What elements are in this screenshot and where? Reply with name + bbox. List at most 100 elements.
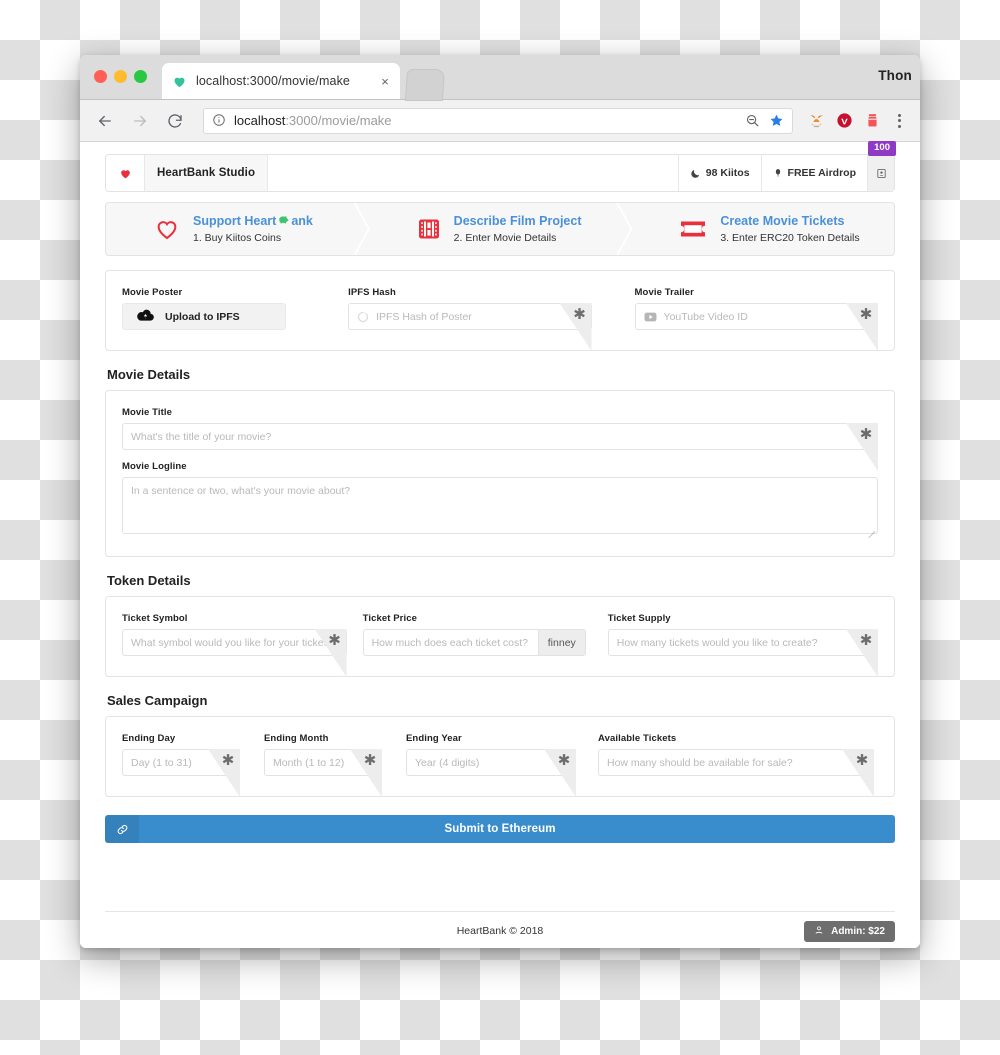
airdrop-badge: 100	[868, 141, 896, 156]
maximize-window-button[interactable]	[134, 70, 147, 83]
sales-campaign-fields: Ending Day Day (1 to 31) ✱ Ending Month	[122, 733, 878, 797]
ending-day-label: Ending Day	[122, 733, 176, 744]
ticket-symbol-label: Ticket Symbol	[122, 613, 188, 624]
admin-button[interactable]: Admin: $22	[804, 921, 895, 942]
kiitos-balance[interactable]: 98 Kiitos	[677, 155, 761, 191]
ticket-symbol-input[interactable]: What symbol would you like for your tick…	[122, 629, 347, 656]
ticket-price-input[interactable]: How much does each ticket cost?	[362, 629, 539, 656]
step-create-movie-tickets[interactable]: Create Movie Tickets 3. Enter ERC20 Toke…	[631, 203, 894, 255]
info-circle-icon	[212, 113, 227, 128]
movie-ticket-icon	[679, 218, 707, 240]
field-available-tickets: Available Tickets How many should be ava…	[598, 733, 874, 797]
kiitos-label: 98 Kiitos	[705, 167, 750, 179]
kebab-menu-icon[interactable]	[890, 113, 908, 128]
movie-details-heading: Movie Details	[107, 367, 191, 382]
movie-poster-label: Movie Poster	[122, 287, 183, 298]
browser-title-bar: localhost:3000/movie/make × Thon	[80, 55, 920, 101]
checkmark-extension-icon[interactable]	[833, 110, 855, 132]
step-text: Support Heart ank 1. Buy Kiitos Coins	[193, 213, 313, 245]
ipfs-hash-label: IPFS Hash	[348, 287, 396, 298]
admin-label: Admin: $22	[831, 926, 885, 937]
profile-name: Thon	[878, 68, 912, 83]
piggy-bank-icon	[277, 213, 290, 230]
forward-arrow-icon[interactable]	[127, 108, 153, 134]
heart-logo-icon[interactable]	[106, 155, 144, 191]
app-page: HeartBank Studio 98 Kiitos FREE Airdrop …	[80, 141, 920, 948]
upload-button-label: Upload to IPFS	[165, 310, 240, 323]
step-title-pre: Support Heart	[193, 213, 277, 228]
available-tickets-input-wrap: How many should be available for sale? ✱	[598, 749, 874, 797]
movie-title-input-wrap: What's the title of your movie? ✱	[122, 423, 878, 471]
sales-campaign-card: Ending Day Day (1 to 31) ✱ Ending Month	[105, 716, 895, 797]
new-tab-button[interactable]	[404, 69, 446, 101]
ticket-symbol-input-wrap: What symbol would you like for your tick…	[122, 629, 347, 677]
field-movie-trailer: Movie Trailer YouTube Video ID ✱	[634, 287, 879, 351]
jar-extension-icon[interactable]	[861, 110, 883, 132]
balloon-icon	[773, 167, 783, 179]
ticket-price-group: How much does each ticket cost? finney	[362, 629, 586, 656]
ticket-supply-label: Ticket Supply	[607, 613, 671, 624]
movie-trailer-input-wrap: YouTube Video ID ✱	[634, 303, 879, 351]
reload-icon[interactable]	[162, 108, 188, 134]
browser-tab[interactable]: localhost:3000/movie/make ×	[162, 63, 400, 99]
ending-month-input[interactable]: Month (1 to 12)	[264, 749, 382, 776]
field-ticket-price: Ticket Price How much does each ticket c…	[362, 613, 586, 656]
field-ipfs-hash: IPFS Hash IPFS Hash of Poster ✱	[348, 287, 592, 351]
free-airdrop-button[interactable]: FREE Airdrop	[760, 155, 867, 191]
heart-outline-icon	[154, 216, 180, 242]
progress-stepper: Support Heart ank 1. Buy Kiitos Coins De…	[105, 202, 895, 256]
cloud-upload-icon	[137, 308, 154, 325]
field-movie-poster: Movie Poster Upload to IPFS	[122, 287, 287, 330]
ending-year-label: Ending Year	[406, 733, 462, 744]
step-text: Describe Film Project 2. Enter Movie Det…	[454, 213, 582, 245]
close-window-button[interactable]	[94, 70, 107, 83]
available-tickets-input[interactable]: How many should be available for sale?	[598, 749, 874, 776]
user-icon	[814, 925, 824, 938]
browser-window: localhost:3000/movie/make × Thon localho…	[80, 55, 920, 948]
film-strip-icon	[417, 217, 441, 241]
copyright-text: HeartBank © 2018	[456, 925, 544, 937]
ending-year-placeholder: Year (4 digits)	[415, 756, 480, 769]
movie-logline-textarea[interactable]: In a sentence or two, what's your movie …	[122, 477, 878, 539]
step-subtitle: 1. Buy Kiitos Coins	[193, 231, 282, 244]
window-controls	[94, 70, 147, 83]
ending-month-label: Ending Month	[264, 733, 329, 744]
id-card-button[interactable]: 100	[867, 141, 896, 191]
upload-to-ipfs-button[interactable]: Upload to IPFS	[122, 303, 287, 330]
address-bar[interactable]: localhost:3000/movie/make	[203, 107, 793, 134]
close-icon[interactable]: ×	[376, 72, 394, 90]
zoom-out-icon[interactable]	[742, 111, 762, 131]
resize-grip-icon[interactable]	[866, 523, 876, 539]
available-tickets-label: Available Tickets	[598, 733, 677, 744]
ipfs-hash-input-wrap: IPFS Hash of Poster ✱	[348, 303, 592, 351]
step-subtitle: 2. Enter Movie Details	[453, 231, 557, 244]
star-icon[interactable]	[766, 111, 786, 131]
movie-details-card: Movie Title What's the title of your mov…	[105, 390, 895, 557]
movie-title-label: Movie Title	[122, 407, 173, 418]
step-describe-film-project[interactable]: Describe Film Project 2. Enter Movie Det…	[369, 203, 632, 255]
ending-year-input[interactable]: Year (4 digits)	[406, 749, 576, 776]
page-footer: HeartBank © 2018 Admin: $22	[105, 911, 895, 942]
step-title: Describe Film Project	[453, 213, 582, 228]
step-support-heart-bank[interactable]: Support Heart ank 1. Buy Kiitos Coins	[106, 203, 369, 255]
ticket-price-unit: finney	[537, 629, 586, 656]
token-details-heading: Token Details	[107, 573, 191, 588]
back-arrow-icon[interactable]	[92, 108, 118, 134]
media-fields: Movie Poster Upload to IPFS IPFS Hash IP…	[122, 287, 879, 351]
metamask-extension-icon[interactable]	[805, 110, 827, 132]
submit-to-ethereum-button[interactable]: Submit to Ethereum	[105, 815, 895, 843]
ending-day-input[interactable]: Day (1 to 31)	[122, 749, 240, 776]
ticket-supply-input[interactable]: How many tickets would you like to creat…	[607, 629, 878, 656]
field-ending-month: Ending Month Month (1 to 12) ✱	[264, 733, 382, 797]
brand-name[interactable]: HeartBank Studio	[144, 155, 269, 191]
ending-day-placeholder: Day (1 to 31)	[131, 756, 192, 769]
field-ending-year: Ending Year Year (4 digits) ✱	[406, 733, 576, 797]
ticket-price-label: Ticket Price	[362, 613, 417, 624]
ipfs-hash-input[interactable]: IPFS Hash of Poster	[348, 303, 592, 330]
field-ending-day: Ending Day Day (1 to 31) ✱	[122, 733, 240, 797]
movie-trailer-input[interactable]: YouTube Video ID	[634, 303, 879, 330]
ending-month-placeholder: Month (1 to 12)	[273, 756, 345, 769]
moon-icon	[690, 168, 701, 179]
minimize-window-button[interactable]	[114, 70, 127, 83]
movie-title-input[interactable]: What's the title of your movie?	[122, 423, 878, 450]
